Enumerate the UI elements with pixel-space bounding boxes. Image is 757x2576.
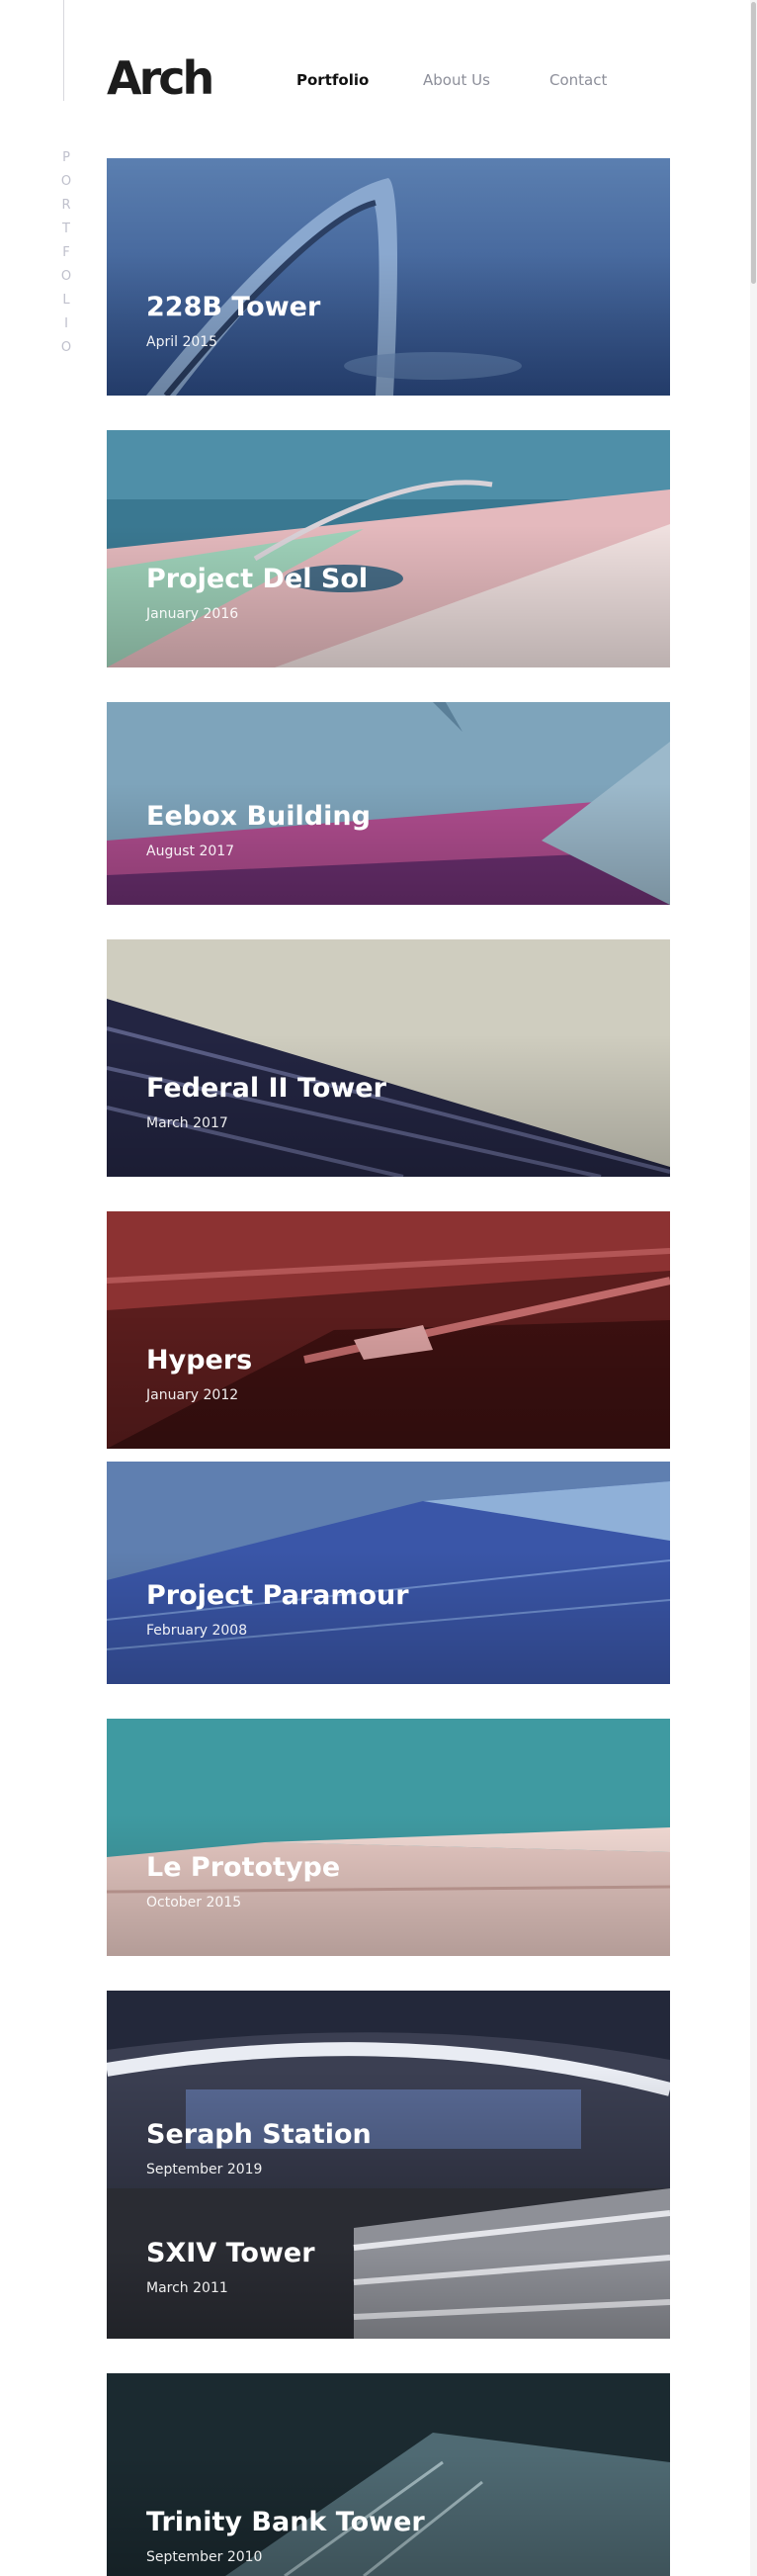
side-letter: O (60, 174, 72, 189)
nav-about-us[interactable]: About Us (423, 71, 490, 89)
logo[interactable]: Arch (107, 55, 214, 101)
project-card-le-prototype[interactable]: Le Prototype October 2015 (107, 1719, 670, 1956)
image-overlay (107, 1306, 670, 1449)
project-date: September 2019 (146, 2162, 263, 2177)
side-letter: T (62, 222, 70, 236)
image-overlay (107, 1551, 670, 1684)
project-title: Hypers (146, 1345, 253, 1376)
project-date: September 2010 (146, 2549, 263, 2565)
project-date: October 2015 (146, 1895, 242, 1910)
image-overlay (107, 1034, 670, 1177)
vertical-section-label: P O R T F O L I O (59, 146, 73, 360)
image-overlay (107, 1814, 670, 1956)
project-card-trinity-bank-tower[interactable]: Trinity Bank Tower September 2010 (107, 2373, 670, 2576)
project-date: February 2008 (146, 1623, 248, 1639)
header-divider-line (63, 0, 64, 101)
nav-contact[interactable]: Contact (549, 71, 607, 89)
project-date: March 2017 (146, 1115, 228, 1131)
project-card-sxiv-tower[interactable]: SXIV Tower March 2011 (107, 2188, 670, 2339)
side-letter: L (62, 293, 70, 308)
project-title: 228B Tower (146, 292, 321, 322)
project-card-project-del-sol[interactable]: Project Del Sol January 2016 (107, 430, 670, 667)
project-title: Project Del Sol (146, 564, 369, 594)
project-title: Eebox Building (146, 801, 371, 832)
project-card-228b-tower[interactable]: 228B Tower April 2015 (107, 158, 670, 396)
project-card-eebox-building[interactable]: Eebox Building August 2017 (107, 702, 670, 905)
project-card-hypers[interactable]: Hypers January 2012 (107, 1211, 670, 1449)
project-card-project-paramour[interactable]: Project Paramour February 2008 (107, 1462, 670, 1684)
project-title: Seraph Station (146, 2119, 372, 2150)
project-date: March 2011 (146, 2280, 228, 2296)
project-title: Project Paramour (146, 1580, 409, 1611)
project-title: Le Prototype (146, 1852, 341, 1883)
project-date: January 2012 (146, 1387, 239, 1403)
project-date: August 2017 (146, 844, 235, 859)
project-title: SXIV Tower (146, 2238, 315, 2268)
side-letter: O (60, 269, 72, 284)
side-letter: R (61, 198, 71, 213)
project-date: April 2015 (146, 334, 218, 350)
image-overlay (107, 253, 670, 396)
project-title: Federal II Tower (146, 1073, 386, 1104)
scrollbar-thumb[interactable] (751, 2, 756, 284)
scrollbar[interactable] (750, 0, 757, 2576)
side-letter: O (60, 340, 72, 355)
project-title: Trinity Bank Tower (146, 2507, 425, 2537)
side-letter: P (62, 150, 70, 165)
project-card-federal-ii-tower[interactable]: Federal II Tower March 2017 (107, 939, 670, 1177)
project-card-seraph-station[interactable]: Seraph Station September 2019 (107, 1991, 670, 2188)
project-date: January 2016 (146, 606, 239, 622)
side-letter: F (62, 245, 70, 260)
nav-portfolio[interactable]: Portfolio (296, 71, 369, 89)
image-overlay (107, 525, 670, 667)
side-letter: I (64, 316, 68, 331)
